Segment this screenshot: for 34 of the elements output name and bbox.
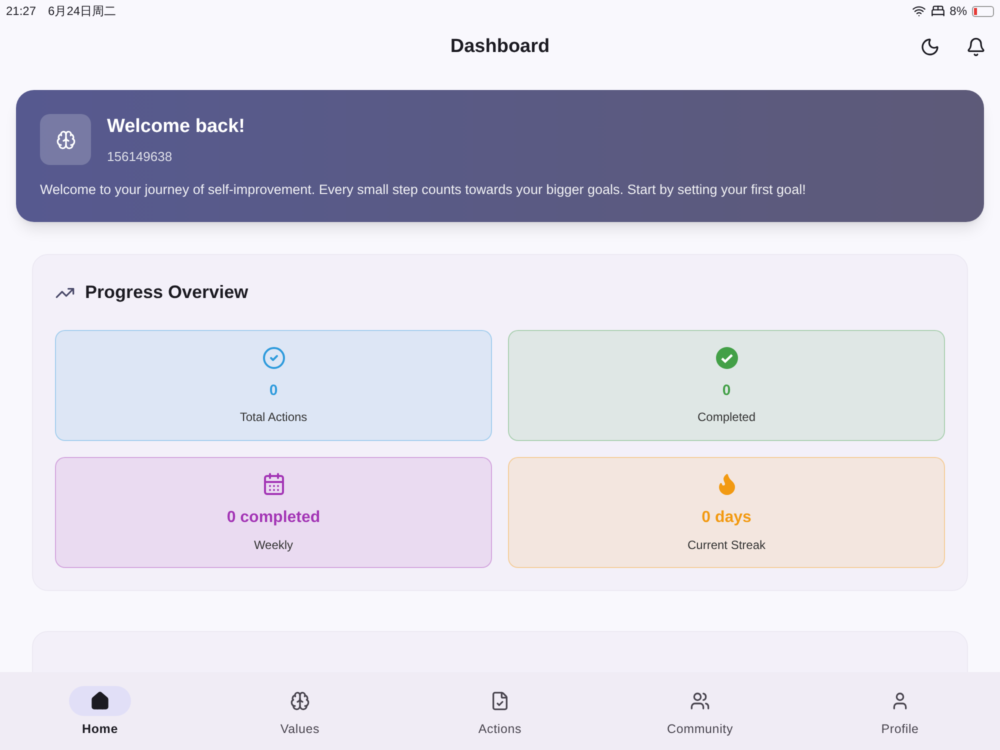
- stat-label: Weekly: [254, 536, 294, 554]
- stat-label: Completed: [697, 409, 756, 426]
- community-icon: [690, 691, 710, 711]
- nav-tab[interactable]: Community: [600, 672, 800, 750]
- stat-label: Current Streak: [687, 536, 766, 554]
- welcome-message: Welcome to your journey of self-improvement. Every small step counts towards your bigger goals. Start by setting your first goal!: [40, 181, 807, 199]
- calendar-icon: [262, 472, 286, 496]
- nav-tab[interactable]: Values: [200, 672, 400, 750]
- stat-value: 0: [722, 380, 731, 400]
- actions-icon: [490, 691, 510, 711]
- notification-icon[interactable]: [966, 37, 986, 57]
- stat-value: 0 completed: [226, 508, 320, 528]
- bed-icon: [930, 4, 945, 18]
- wifi-icon: [912, 4, 926, 18]
- user-id: 156149638: [107, 148, 174, 166]
- check-circle-icon: [714, 346, 738, 370]
- battery-percent: 8%: [950, 3, 967, 20]
- nav-tab[interactable]: Profile: [800, 672, 1000, 750]
- values-icon: [290, 691, 310, 711]
- home-icon: [90, 691, 110, 711]
- page-title: Dashboard: [450, 34, 550, 59]
- stat-value: 0: [269, 380, 278, 400]
- welcome-title: Welcome back!: [107, 115, 245, 139]
- status-date: 6月24日周二: [48, 3, 116, 20]
- nav-tab[interactable]: Actions: [400, 672, 600, 750]
- stat-label: Total Actions: [240, 409, 308, 426]
- status-time: 21:27: [6, 3, 36, 20]
- brain-icon: [40, 114, 91, 165]
- check-circle-icon: [262, 346, 286, 370]
- nav-tab[interactable]: Home: [0, 672, 200, 750]
- battery-icon: [972, 6, 994, 16]
- section-title: Progress Overview: [85, 281, 248, 304]
- dark-mode-icon[interactable]: [920, 37, 940, 57]
- stat-value: 0 days: [702, 508, 752, 528]
